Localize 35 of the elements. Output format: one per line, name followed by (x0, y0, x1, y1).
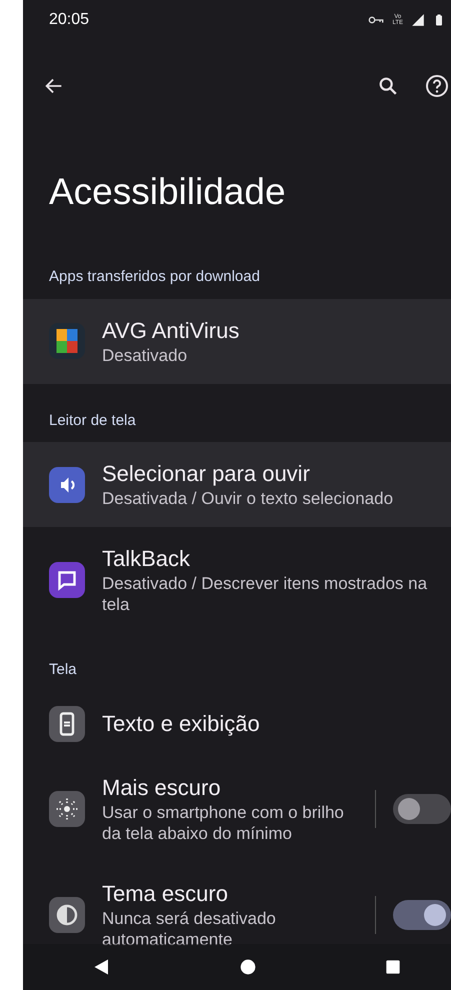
item-summary: Desativado / Descrever itens mostrados na tela (102, 573, 428, 615)
item-title: Texto e exibição (102, 710, 261, 738)
item-title: TalkBack (102, 545, 192, 573)
contrast-icon (49, 896, 85, 932)
status-time: 20:05 (49, 10, 90, 30)
settings-item[interactable]: TalkBack Desativado / Descrever itens mostrados na tela (23, 527, 451, 633)
item-summary: Usar o smartphone com o brilho da tela abaixo do mínimo (102, 802, 345, 844)
item-summary: Desativada / Ouvir o texto selecionado (102, 488, 394, 509)
item-title: Selecionar para ouvir (102, 460, 311, 488)
signal-icon (411, 13, 425, 27)
item-title: Mais escuro (102, 774, 222, 802)
toggle-switch[interactable] (393, 900, 451, 930)
item-summary: Desativado (102, 344, 188, 366)
item-title: AVG AntiVirus (102, 316, 240, 344)
settings-item[interactable]: Tema escuro Nunca será desativado automaticamente (23, 862, 451, 968)
phone-screen-icon (49, 706, 85, 742)
home-circle-icon[interactable] (240, 959, 256, 975)
settings-item[interactable]: Selecionar para ouvir Desativada / Ouvir o texto selecionado (23, 442, 451, 527)
search-icon[interactable] (377, 75, 399, 97)
item-summary: Nunca será desativado automaticamente (102, 908, 277, 950)
section-header: Apps transferidos por download (48, 267, 261, 287)
toggle-switch[interactable] (393, 794, 451, 824)
settings-item[interactable]: AVG AntiVirus Desativado (23, 298, 451, 384)
section-header: Tela (48, 660, 78, 680)
back-triangle-icon[interactable] (93, 958, 111, 976)
settings-item[interactable]: Mais escuro Usar o smartphone com o brilho da tela abaixo do mínimo (23, 756, 451, 862)
recents-square-icon[interactable] (385, 959, 401, 975)
item-title: Tema escuro (102, 880, 229, 908)
dim-sparkle-icon (49, 790, 85, 826)
app-logo-icon (49, 323, 85, 359)
section-header: Leitor de tela (48, 410, 137, 430)
settings-item[interactable]: Texto e exibição (23, 692, 451, 756)
help-icon[interactable] (425, 74, 449, 98)
page-title: Acessibilidade (48, 170, 287, 214)
battery-icon (433, 12, 445, 28)
